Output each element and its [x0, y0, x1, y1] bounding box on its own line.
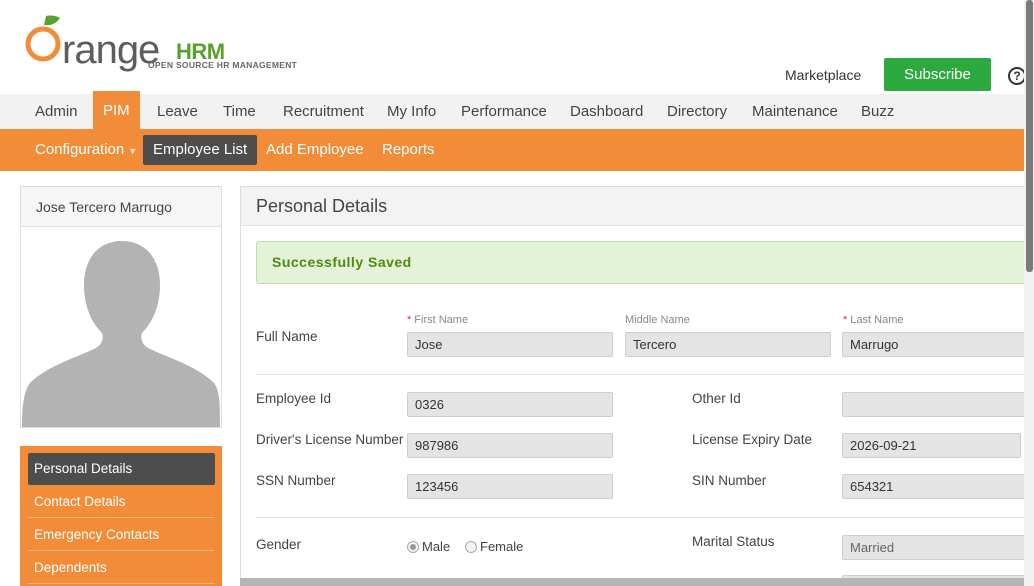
side-item-contact-details[interactable]: Contact Details: [28, 486, 215, 518]
nav-performance[interactable]: Performance: [451, 94, 557, 129]
other-id-label: Other Id: [692, 391, 741, 406]
profile-card: Jose Tercero Marrugo: [20, 186, 222, 428]
side-item-personal-details[interactable]: Personal Details: [28, 453, 215, 485]
nav-my-info[interactable]: My Info: [377, 94, 446, 129]
ssn-field[interactable]: 123456: [407, 474, 613, 499]
chevron-down-icon: ▼: [128, 146, 138, 156]
orangehrm-logo[interactable]: range HRM OPEN SOURCE HR MANAGEMENT: [24, 14, 324, 74]
nav-recruitment[interactable]: Recruitment: [273, 94, 374, 129]
marital-status-label: Marital Status: [692, 534, 775, 549]
success-message: Successfully Saved: [256, 241, 1034, 284]
side-item-dependents[interactable]: Dependents: [28, 552, 215, 584]
divider: [256, 517, 1034, 518]
first-name-field[interactable]: Jose: [407, 332, 613, 357]
sin-field[interactable]: 654321: [842, 474, 1034, 499]
profile-name: Jose Tercero Marrugo: [21, 187, 221, 227]
nav-pim[interactable]: PIM: [93, 91, 140, 129]
license-expiry-label: License Expiry Date: [692, 432, 813, 447]
header: range HRM OPEN SOURCE HR MANAGEMENT Mark…: [0, 0, 1034, 94]
sub-nav: Configuration ▼ Employee List Add Employe…: [0, 129, 1024, 171]
first-name-label: * First Name: [407, 314, 469, 326]
subnav-configuration-label: Configuration: [35, 141, 125, 158]
gender-female-radio[interactable]: [465, 541, 477, 553]
license-number-field[interactable]: 987986: [407, 433, 613, 458]
gender-male-label: Male: [422, 539, 451, 554]
main-nav: Admin PIM Leave Time Recruitment My Info…: [0, 91, 1024, 129]
middle-name-label: Middle Name: [625, 314, 690, 326]
avatar[interactable]: [22, 227, 220, 427]
orange-logo-icon: [25, 15, 61, 62]
gender-male-radio[interactable]: [407, 541, 419, 553]
subscribe-button[interactable]: Subscribe: [884, 58, 991, 91]
employee-id-field[interactable]: 0326: [407, 392, 613, 417]
divider: [256, 374, 1034, 375]
logo-tagline: OPEN SOURCE HR MANAGEMENT: [148, 60, 298, 70]
subnav-configuration[interactable]: Configuration ▼: [25, 135, 147, 165]
last-name-label: * Last Name: [843, 314, 904, 326]
side-item-emergency-contacts[interactable]: Emergency Contacts: [28, 519, 215, 551]
nav-dashboard[interactable]: Dashboard: [560, 94, 653, 129]
subnav-add-employee[interactable]: Add Employee: [256, 135, 374, 165]
subnav-employee-list[interactable]: Employee List: [143, 135, 258, 165]
scrollbar-thumb[interactable]: [1026, 0, 1033, 272]
nav-buzz[interactable]: Buzz: [851, 94, 904, 129]
subnav-reports[interactable]: Reports: [372, 135, 445, 165]
gender-female-label: Female: [480, 539, 524, 554]
nav-maintenance[interactable]: Maintenance: [742, 94, 848, 129]
side-menu: Personal Details Contact Details Emergen…: [20, 446, 222, 586]
last-name-field[interactable]: Marrugo: [842, 332, 1034, 357]
gender-label: Gender: [256, 537, 302, 552]
marital-status-select[interactable]: Married: [842, 535, 1034, 560]
other-id-field[interactable]: [842, 392, 1034, 417]
license-expiry-field[interactable]: 2026-09-21: [842, 433, 1021, 458]
horizontal-scrollbar[interactable]: [240, 578, 1024, 586]
person-silhouette-icon: [22, 241, 220, 427]
nav-leave[interactable]: Leave: [147, 94, 208, 129]
license-number-label: Driver's License Number: [256, 432, 404, 447]
employee-id-label: Employee Id: [256, 391, 332, 406]
full-name-label: Full Name: [256, 329, 318, 344]
panel-title: Personal Details: [241, 187, 1034, 226]
marketplace-link[interactable]: Marketplace: [785, 67, 861, 83]
personal-details-panel: Personal Details Successfully Saved Full…: [240, 186, 1034, 586]
nav-directory[interactable]: Directory: [657, 94, 737, 129]
sin-label: SIN Number: [692, 473, 767, 488]
nav-admin[interactable]: Admin: [25, 94, 88, 129]
nav-time[interactable]: Time: [213, 94, 266, 129]
middle-name-field[interactable]: Tercero: [625, 332, 831, 357]
logo-word: range: [62, 28, 160, 72]
ssn-label: SSN Number: [256, 473, 336, 488]
